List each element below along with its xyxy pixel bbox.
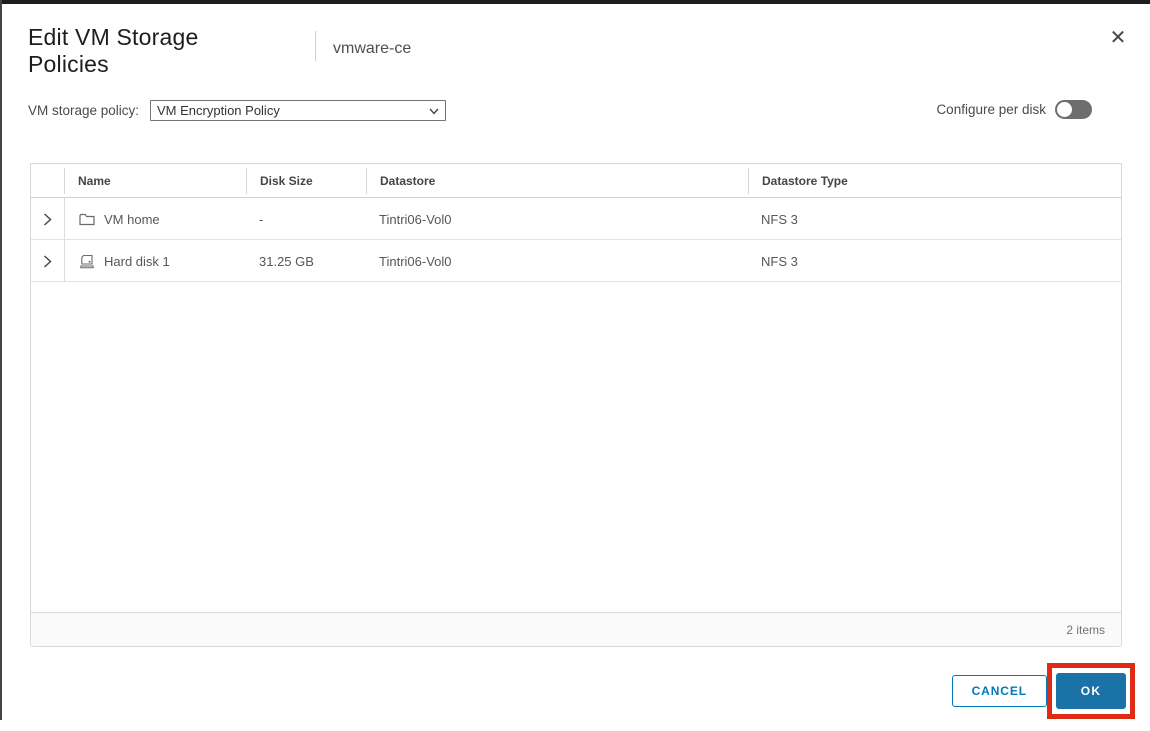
dialog-title: Edit VM Storage Policies xyxy=(28,24,199,77)
table-header-row: Name Disk Size Datastore Datastore Type xyxy=(31,164,1121,198)
window-top-edge xyxy=(0,0,1150,4)
row-datastore-type: NFS 3 xyxy=(761,253,798,269)
row-name-cell: Hard disk 1 xyxy=(64,240,246,282)
selected-policy-value: VM Encryption Policy xyxy=(157,103,280,118)
ok-button[interactable]: OK xyxy=(1056,673,1126,709)
vm-storage-policy-label: VM storage policy: xyxy=(28,103,140,118)
folder-icon xyxy=(78,213,95,226)
dialog-actions: CANCEL OK xyxy=(951,663,1135,719)
chevron-down-icon xyxy=(429,108,439,115)
policy-form-row: VM storage policy: VM Encryption Policy … xyxy=(28,100,1122,122)
title-divider xyxy=(315,31,316,61)
cancel-button[interactable]: CANCEL xyxy=(951,675,1047,707)
row-disk-size: - xyxy=(259,211,264,227)
table-row-hard-disk-1[interactable]: Hard disk 1 31.25 GB Tintri06-Vol0 NFS 3 xyxy=(31,240,1121,282)
row-datastore-type: NFS 3 xyxy=(761,211,798,227)
window-left-edge xyxy=(0,0,2,720)
vm-name-subtitle: vmware-ce xyxy=(333,40,412,57)
column-header-datastore[interactable]: Datastore xyxy=(366,167,748,194)
row-name-cell: VM home xyxy=(64,198,246,240)
table-footer: 2 items xyxy=(31,612,1121,646)
table-empty-area xyxy=(31,282,1121,612)
column-header-datastore-type[interactable]: Datastore Type xyxy=(748,167,1121,194)
items-count: 2 items xyxy=(1066,622,1105,637)
annotation-highlight-box: OK xyxy=(1047,663,1135,719)
chevron-right-icon[interactable] xyxy=(31,240,64,282)
expander-column-header xyxy=(31,168,64,194)
table-row-vm-home[interactable]: VM home - Tintri06-Vol0 NFS 3 xyxy=(31,198,1121,240)
row-name-label: Hard disk 1 xyxy=(104,253,170,269)
row-name-label: VM home xyxy=(104,211,160,227)
chevron-right-icon[interactable] xyxy=(31,198,64,240)
storage-policy-table: Name Disk Size Datastore Datastore Type … xyxy=(30,163,1122,647)
row-disk-size: 31.25 GB xyxy=(259,253,314,269)
row-datastore: Tintri06-Vol0 xyxy=(379,253,452,269)
configure-per-disk-toggle[interactable] xyxy=(1055,100,1092,119)
close-icon[interactable]: ✕ xyxy=(1106,26,1130,50)
toggle-knob xyxy=(1057,102,1072,117)
row-datastore: Tintri06-Vol0 xyxy=(379,211,452,227)
configure-per-disk-label: Configure per disk xyxy=(936,102,1046,117)
column-header-name[interactable]: Name xyxy=(64,167,246,194)
hard-disk-icon xyxy=(78,254,95,269)
edit-vm-storage-policies-dialog: Edit VM Storage Policies vmware-ce ✕ VM … xyxy=(0,0,1150,731)
configure-per-disk-group: Configure per disk xyxy=(936,100,1092,119)
column-header-disk-size[interactable]: Disk Size xyxy=(246,167,366,194)
vm-storage-policy-select[interactable]: VM Encryption Policy xyxy=(150,100,446,121)
